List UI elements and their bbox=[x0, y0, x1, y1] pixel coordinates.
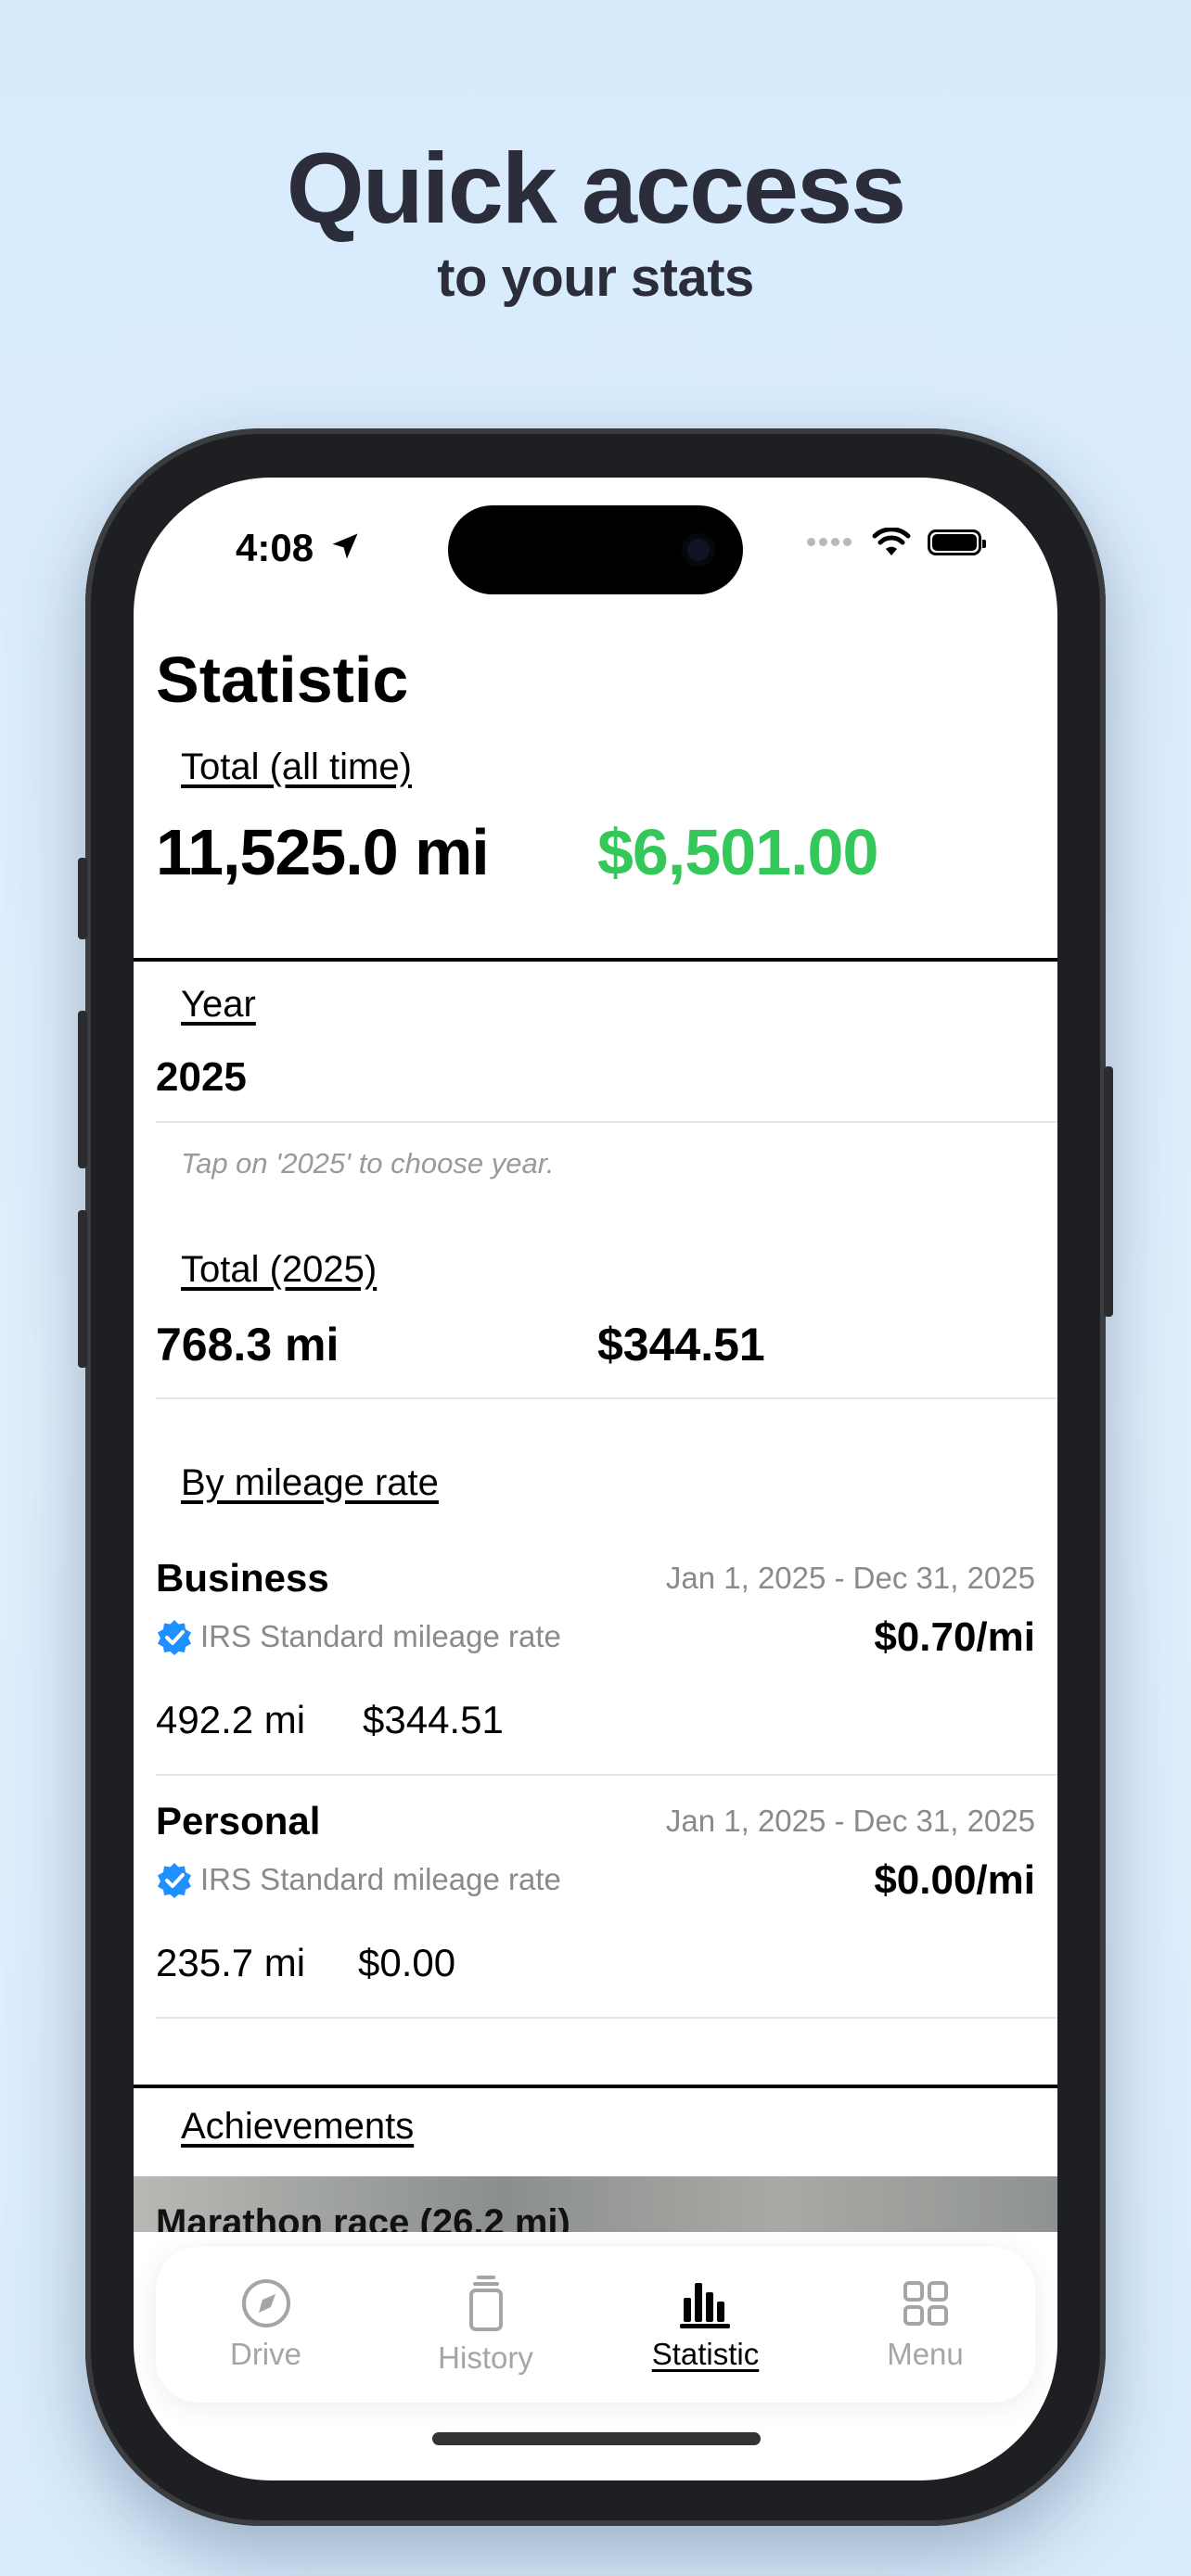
row-divider bbox=[156, 1774, 1057, 1776]
tab-label: Menu bbox=[887, 2337, 964, 2371]
compass-icon bbox=[241, 2279, 290, 2327]
side-button bbox=[78, 858, 87, 939]
bar-chart-icon bbox=[679, 2283, 730, 2328]
achievement-title: Marathon race (26.2 mi) bbox=[156, 2202, 570, 2232]
status-indicators bbox=[807, 528, 986, 557]
page-title: Statistic bbox=[156, 644, 409, 716]
verified-badge-icon bbox=[158, 1863, 191, 1898]
year-label: Year bbox=[181, 984, 256, 1025]
side-button bbox=[78, 1210, 87, 1368]
wifi-icon bbox=[872, 528, 911, 555]
rate-amount: $0.00 bbox=[358, 1941, 456, 1984]
tab-bar: Drive History Statistic Menu bbox=[156, 2247, 1035, 2403]
rate-value: $0.70/mi bbox=[874, 1614, 1035, 1660]
year-selector[interactable]: 2025 bbox=[156, 1054, 247, 1101]
status-time: 4:08 bbox=[236, 526, 314, 569]
rate-distance: 492.2 mi bbox=[156, 1698, 306, 1741]
achievements-label: Achievements bbox=[181, 2106, 415, 2147]
tab-statistic[interactable]: Statistic bbox=[613, 2277, 799, 2372]
row-divider bbox=[156, 1121, 1057, 1123]
side-button bbox=[1104, 1066, 1113, 1317]
rate-name: Personal bbox=[156, 1799, 321, 1843]
total-all-time-distance: 11,525.0 mi bbox=[156, 816, 490, 888]
total-year-label: Total (2025) bbox=[181, 1249, 378, 1290]
rate-source: IRS Standard mileage rate bbox=[156, 1618, 561, 1655]
rate-source-text: IRS Standard mileage rate bbox=[200, 1619, 561, 1653]
row-divider bbox=[156, 2017, 1057, 2019]
tab-label: History bbox=[438, 2340, 533, 2375]
promo-headline: Quick access bbox=[286, 132, 907, 244]
camera-icon bbox=[682, 533, 715, 567]
section-divider bbox=[134, 2085, 1057, 2088]
total-year-distance: 768.3 mi bbox=[156, 1319, 339, 1371]
tab-label: Statistic bbox=[651, 2337, 760, 2371]
year-hint: Tap on '2025' to choose year. bbox=[181, 1147, 555, 1180]
signal-dots-icon bbox=[807, 534, 855, 551]
rate-dates: Jan 1, 2025 - Dec 31, 2025 bbox=[665, 1804, 1035, 1838]
rate-amount: $344.51 bbox=[363, 1698, 504, 1741]
achievement-banner[interactable]: Marathon race (26.2 mi) bbox=[134, 2176, 1057, 2232]
total-all-time-label: Total (all time) bbox=[181, 746, 412, 787]
phone-screen: 4:08 Statistic Total (all time) 11,525.0… bbox=[134, 478, 1057, 2480]
rate-distance: 235.7 mi bbox=[156, 1941, 306, 1984]
tab-history[interactable]: History bbox=[393, 2274, 579, 2376]
section-divider bbox=[134, 958, 1057, 962]
rate-name: Business bbox=[156, 1556, 329, 1600]
home-indicator[interactable] bbox=[432, 2432, 761, 2445]
location-arrow-icon bbox=[332, 533, 358, 559]
tab-drive[interactable]: Drive bbox=[173, 2277, 359, 2372]
side-button bbox=[78, 1011, 87, 1168]
total-all-time-amount: $6,501.00 bbox=[597, 816, 878, 888]
verified-badge-icon bbox=[158, 1620, 191, 1655]
battery-icon bbox=[928, 529, 986, 555]
grid-icon bbox=[903, 2281, 948, 2326]
promo-subheadline: to your stats bbox=[437, 248, 754, 308]
rate-source-text: IRS Standard mileage rate bbox=[200, 1862, 561, 1896]
rate-source: IRS Standard mileage rate bbox=[156, 1861, 561, 1898]
by-mileage-rate-label: By mileage rate bbox=[181, 1462, 439, 1503]
history-icon bbox=[468, 2276, 503, 2331]
tab-menu[interactable]: Menu bbox=[833, 2277, 1018, 2372]
tab-label: Drive bbox=[229, 2337, 301, 2371]
dynamic-island bbox=[448, 505, 743, 594]
rate-value: $0.00/mi bbox=[874, 1857, 1035, 1903]
rate-dates: Jan 1, 2025 - Dec 31, 2025 bbox=[665, 1561, 1035, 1595]
total-year-amount: $344.51 bbox=[597, 1319, 765, 1371]
row-divider bbox=[156, 1397, 1057, 1399]
